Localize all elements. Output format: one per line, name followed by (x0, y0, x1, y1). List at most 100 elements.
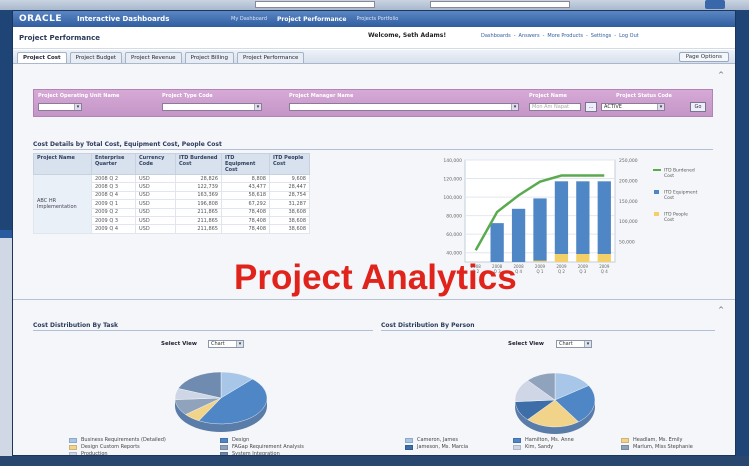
type-code-select[interactable]: ▾ (162, 103, 262, 111)
y2-tick-label: 200,000 (619, 178, 638, 184)
table-cell: 31,287 (269, 199, 310, 209)
legend-label: Production (81, 451, 108, 456)
app-title: Interactive Dashboards (77, 15, 170, 23)
legend-label: Headlam, Ms. Emily (633, 437, 683, 443)
legend-label: Hamilton, Ms. Anne (525, 437, 574, 443)
legend-item: Business Requirements (Detailed) (69, 437, 212, 443)
background-field (430, 1, 570, 8)
table-cell: 2009 Q 4 (91, 224, 136, 234)
dashboard-window: ORACLE Interactive Dashboards My Dashboa… (12, 10, 736, 456)
legend-item: Design (220, 437, 350, 443)
divider (33, 149, 713, 150)
collapse-icon[interactable]: ^ (717, 72, 725, 80)
project-name-input[interactable]: Mon Am Napat (529, 103, 581, 111)
link-dashboards[interactable]: Dashboards (481, 33, 511, 39)
legend-swatch (220, 444, 228, 450)
chevron-down-icon: ▾ (74, 104, 81, 110)
table-cell: 2008 Q 3 (91, 182, 136, 192)
table-cell: 58,618 (221, 190, 270, 201)
page-options-button[interactable]: Page Options (678, 52, 729, 62)
link-log-out[interactable]: Log Out (619, 33, 639, 39)
tab-project-performance[interactable]: Project Performance (237, 52, 305, 63)
y2-tick-label: 100,000 (619, 219, 638, 225)
bar-equipment (554, 181, 569, 255)
operating-unit-select[interactable]: ▾ (38, 103, 82, 111)
legend-label: FAGap Requirement Analysis (232, 444, 304, 450)
link-more-products[interactable]: More Products (547, 33, 583, 39)
global-links: Dashboards - Answers - More Products - Sett… (481, 33, 639, 39)
x-tick-label: Q 3 (579, 269, 586, 274)
column-header[interactable]: Enterprise Quarter (91, 153, 136, 175)
manager-select[interactable]: ▾ (289, 103, 519, 111)
table-cell: 67,292 (221, 199, 270, 209)
column-header[interactable]: ITD Equipment Cost (221, 153, 270, 175)
background-field (255, 1, 375, 8)
table-cell: USD (135, 224, 176, 234)
y2-tick-label: 150,000 (619, 199, 638, 205)
tab-project-billing[interactable]: Project Billing (184, 52, 234, 63)
link-answers[interactable]: Answers (519, 33, 540, 39)
status-select[interactable]: ACTIVE ▾ (601, 103, 665, 111)
table-cell: 38,608 (269, 207, 310, 217)
person-view-value: Chart (559, 341, 573, 347)
legend-label: Cost (664, 173, 674, 179)
table-cell: 2009 Q 3 (91, 215, 136, 226)
table-cell: 9,608 (269, 173, 310, 184)
legend-swatch (621, 444, 629, 450)
column-header[interactable]: Project Name (33, 153, 92, 175)
prompts-panel: Project Operating Unit Name Project Type… (33, 89, 713, 117)
legend-label: ITD Equipment (664, 190, 698, 196)
table-cell: 196,808 (175, 199, 222, 209)
table-cell: 2009 Q 2 (91, 207, 136, 217)
column-header[interactable]: ITD Burdened Cost (175, 153, 222, 175)
y-tick-label: 40,000 (446, 251, 462, 257)
person-legend: Cameron, James Hamilton, Ms. Anne Headlam,… (405, 437, 731, 450)
y2-tick-label: 50,000 (619, 240, 635, 246)
bar-equipment (597, 181, 611, 255)
table-cell: USD (135, 207, 176, 217)
collapse-icon[interactable]: ^ (717, 307, 725, 315)
title-bar: Project Performance Welcome, Seth Adams!… (13, 27, 735, 49)
cost-details-table: Project Name Enterprise Quarter Currency… (33, 153, 310, 234)
nav-projects-portfolio[interactable]: Projects Portfolio (356, 16, 398, 23)
table-cell: 211,865 (175, 207, 222, 217)
go-button[interactable]: Go (690, 102, 706, 112)
cost-details-title: Cost Details by Total Cost, Equipment Co… (33, 141, 222, 148)
task-view-select[interactable]: Chart ▾ (208, 340, 244, 348)
table-cell: 28,826 (175, 173, 222, 184)
legend-swatch (654, 190, 659, 194)
table-cell: 43,477 (221, 182, 270, 192)
table-body: ABC HR Implementation 2008 Q 2 USD 28,826 8,… (33, 173, 310, 234)
top-navigation: My Dashboard Project Performance Project… (231, 16, 398, 23)
legend-swatch (513, 437, 521, 443)
browse-button[interactable]: ... (585, 102, 597, 112)
legend-swatch (654, 212, 659, 216)
task-legend: Business Requirements (Detailed) Design De… (69, 437, 350, 456)
x-tick-label: Q 1 (537, 269, 544, 274)
nav-my-dashboard[interactable]: My Dashboard (231, 16, 267, 23)
link-settings[interactable]: Settings (591, 33, 612, 39)
task-pie-chart (174, 371, 268, 432)
legend-swatch (220, 437, 228, 443)
column-header[interactable]: ITD People Cost (269, 153, 310, 175)
project-name-cell[interactable]: ABC HR Implementation (33, 174, 92, 234)
legend-label: System Integration (232, 451, 280, 456)
legend-label: ITD Burdened (664, 168, 695, 174)
nav-project-performance[interactable]: Project Performance (277, 16, 346, 23)
table-cell: 28,447 (269, 182, 310, 192)
tab-project-budget[interactable]: Project Budget (69, 52, 123, 63)
bar-equipment (511, 208, 526, 262)
bar-equipment (490, 223, 504, 262)
legend-item: Production (69, 451, 212, 456)
tab-project-revenue[interactable]: Project Revenue (125, 52, 182, 63)
tab-project-cost[interactable]: Project Cost (17, 52, 67, 63)
legend-swatch (405, 444, 413, 450)
person-view-select[interactable]: Chart ▾ (556, 340, 592, 348)
legend-item: Cameron, James (405, 437, 505, 443)
background-taskbar (0, 456, 749, 466)
legend-label: Marlum, Miss Stephanie (633, 444, 693, 450)
column-header[interactable]: Currency Code (135, 153, 176, 175)
watermark-text: Project Analytics (234, 258, 517, 297)
table-cell: 163,369 (175, 190, 222, 201)
y2-tick-label: 250,000 (619, 158, 638, 164)
